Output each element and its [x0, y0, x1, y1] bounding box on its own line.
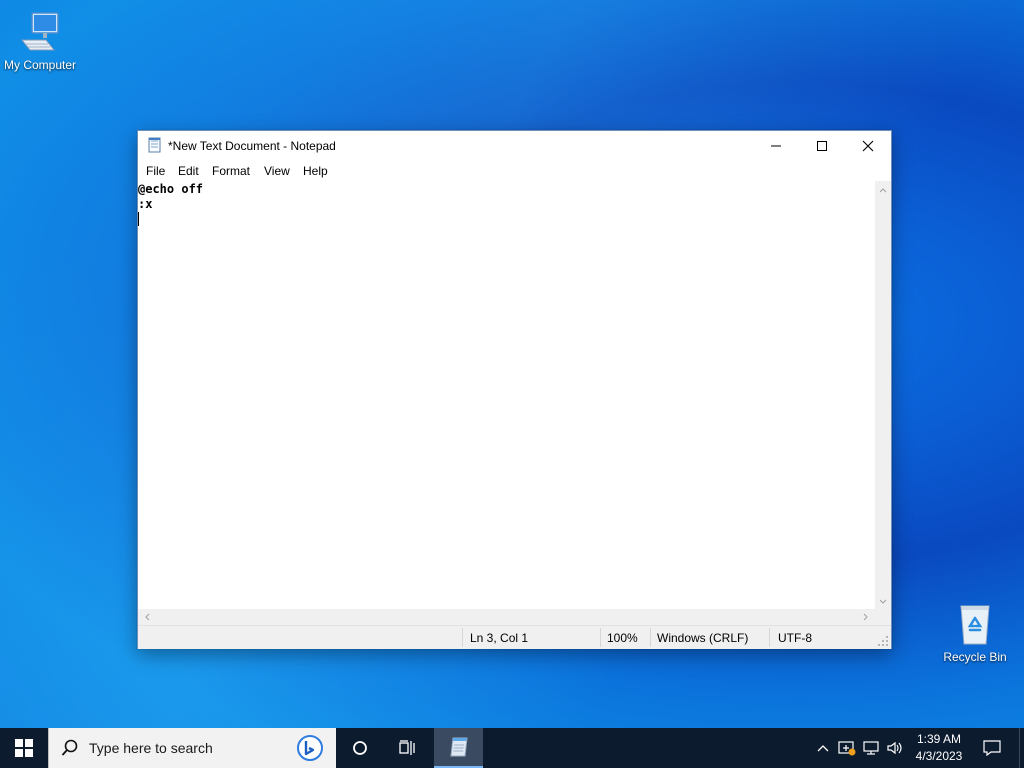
minimize-button[interactable]: [753, 131, 799, 161]
menu-edit[interactable]: Edit: [178, 164, 199, 178]
computer-icon: [18, 10, 62, 54]
desktop-icon-label: Recycle Bin: [943, 650, 1007, 664]
tray-network-button[interactable]: [860, 728, 882, 768]
minimize-icon: [771, 145, 781, 147]
clock[interactable]: 1:39 AM 4/3/2023: [906, 728, 972, 768]
scroll-up-icon[interactable]: [875, 183, 891, 199]
taskbar-app-notepad[interactable]: [434, 728, 483, 768]
taskbar-search-box[interactable]: Type here to search: [48, 728, 336, 768]
task-view-button[interactable]: [384, 728, 432, 768]
title-bar[interactable]: *New Text Document - Notepad: [138, 131, 891, 161]
status-separator: [600, 628, 601, 647]
cortana-icon: [353, 741, 367, 755]
cortana-button[interactable]: [336, 728, 384, 768]
desktop-icon-label: My Computer: [3, 58, 77, 72]
status-zoom: 100%: [607, 631, 638, 645]
status-separator: [462, 628, 463, 647]
action-center-button[interactable]: [974, 728, 1010, 768]
status-encoding: UTF-8: [778, 631, 812, 645]
notepad-window: *New Text Document - Notepad File Edit F…: [137, 130, 892, 649]
desktop: My Computer Recycle Bin *New Text Docume…: [0, 0, 1024, 728]
notepad-icon: [449, 737, 468, 757]
maximize-button[interactable]: [799, 131, 845, 161]
text-line: :x: [138, 197, 153, 211]
search-placeholder: Type here to search: [89, 740, 213, 756]
tray-volume-button[interactable]: [884, 728, 906, 768]
text-caret: [138, 212, 139, 226]
text-editor[interactable]: @echo off :x: [138, 181, 875, 609]
status-bar: Ln 3, Col 1 100% Windows (CRLF) UTF-8: [138, 625, 891, 649]
close-icon: [862, 140, 874, 152]
horizontal-scrollbar[interactable]: [138, 609, 875, 625]
menu-view[interactable]: View: [264, 164, 290, 178]
window-title: *New Text Document - Notepad: [168, 139, 336, 153]
desktop-icon-recycle-bin[interactable]: Recycle Bin: [935, 602, 1015, 664]
windows-logo-icon: [15, 739, 33, 757]
recycle-bin-icon: [953, 602, 997, 646]
status-line-ending: Windows (CRLF): [657, 631, 749, 645]
menu-format[interactable]: Format: [212, 164, 250, 178]
close-button[interactable]: [845, 131, 891, 161]
menu-file[interactable]: File: [146, 164, 165, 178]
clock-date: 4/3/2023: [915, 749, 963, 763]
scrollbar-corner: [875, 609, 891, 625]
scroll-down-icon[interactable]: [875, 593, 891, 609]
text-line: @echo off: [138, 182, 204, 196]
resize-grip-icon[interactable]: [877, 635, 889, 647]
menu-help[interactable]: Help: [303, 164, 328, 178]
status-separator: [650, 628, 651, 647]
notepad-icon: [147, 137, 163, 153]
task-view-icon: [399, 740, 415, 755]
maximize-icon: [817, 141, 827, 151]
clock-time: 1:39 AM: [916, 732, 962, 746]
taskbar: Type here to search 1:39 AM 4/3/2023: [0, 728, 1024, 768]
search-icon: [61, 739, 78, 756]
show-desktop-button[interactable]: [1019, 728, 1024, 768]
notifications-icon: [983, 740, 1001, 756]
vertical-scrollbar[interactable]: [875, 181, 891, 609]
scroll-left-icon[interactable]: [140, 609, 156, 625]
windows-security-icon: [838, 741, 856, 756]
show-hidden-icons-button[interactable]: [812, 728, 834, 768]
chevron-up-icon: [817, 745, 829, 752]
network-icon: [863, 741, 879, 755]
start-button[interactable]: [0, 728, 48, 768]
status-position: Ln 3, Col 1: [470, 631, 529, 645]
menu-bar: File Edit Format View Help: [138, 161, 891, 181]
tray-security-button[interactable]: [836, 728, 858, 768]
volume-icon: [887, 741, 902, 755]
desktop-icon-my-computer[interactable]: My Computer: [0, 10, 80, 72]
bing-icon[interactable]: [295, 733, 325, 763]
scroll-right-icon[interactable]: [857, 609, 873, 625]
status-separator: [769, 628, 770, 647]
